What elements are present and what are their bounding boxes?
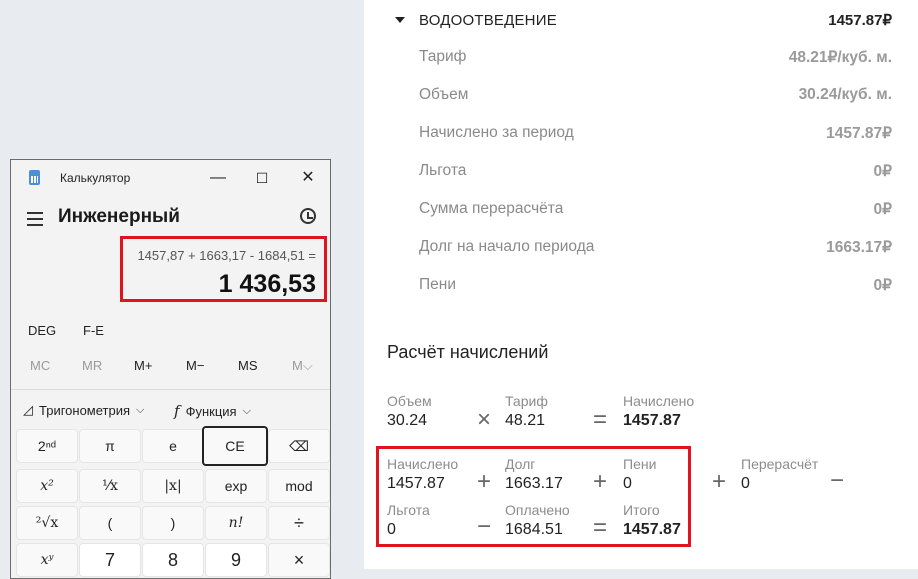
calculator-app-icon — [29, 170, 40, 185]
calc-label: Тариф — [505, 393, 548, 409]
deg-button[interactable]: DEG — [28, 323, 56, 338]
minus-operator: − — [830, 467, 845, 494]
service-title: ВОДООТВЕДЕНИЕ — [419, 11, 557, 29]
close-paren-key[interactable]: ) — [142, 506, 204, 540]
detail-row-recalc: Сумма перерасчёта 0₽ — [419, 200, 892, 220]
detail-row-volume: Объем 30.24/куб. м. — [419, 86, 892, 106]
nine-key[interactable]: 9 — [205, 543, 267, 577]
equals-operator: = — [593, 406, 608, 433]
trigonometry-label: Тригонометрия — [39, 402, 131, 418]
calc-charged: Начислено 1457.87 — [623, 393, 694, 431]
eight-key[interactable]: 8 — [142, 543, 204, 577]
mode-title: Инженерный — [58, 206, 180, 227]
calc-value: 30.24 — [387, 412, 428, 429]
e-key[interactable]: e — [142, 429, 204, 463]
detail-label: Долг на начало периода — [419, 238, 595, 255]
detail-label: Льгота — [419, 162, 467, 179]
close-button[interactable]: ✕ — [294, 166, 322, 190]
detail-row-debt: Долг на начало периода 1663.17₽ — [419, 238, 892, 258]
calc-value: 1457.87 — [623, 412, 681, 429]
calc-label: Объем — [387, 393, 432, 409]
highlight-box — [376, 446, 691, 547]
calc-label: Начислено — [623, 393, 695, 409]
detail-row-charged: Начислено за период 1457.87₽ — [419, 124, 892, 144]
multiply-operator: × — [477, 406, 492, 433]
clear-entry-key[interactable]: CE — [202, 426, 268, 466]
chevron-down-icon: ⌵ — [136, 403, 145, 416]
factorial-key[interactable]: n! — [205, 506, 267, 540]
detail-value: 1663.17₽ — [826, 239, 892, 256]
calculation-title: Расчёт начислений — [387, 342, 549, 362]
detail-label: Начислено за период — [419, 124, 574, 141]
detail-label: Объем — [419, 86, 469, 103]
service-total: 1457.87₽ — [828, 12, 892, 29]
menu-icon[interactable] — [27, 212, 43, 226]
memory-clear-button[interactable]: MC — [30, 358, 50, 373]
function-icon: f — [174, 402, 180, 420]
mode-bar: Инженерный — [11, 204, 330, 234]
reciprocal-key[interactable]: ¹⁄x — [79, 469, 141, 503]
calculator-app-name: Калькулятор — [60, 171, 131, 185]
history-icon[interactable] — [300, 208, 316, 224]
seven-key[interactable]: 7 — [79, 543, 141, 577]
open-paren-key[interactable]: ( — [79, 506, 141, 540]
detail-value: 0₽ — [873, 277, 892, 294]
caret-down-icon[interactable] — [395, 17, 405, 23]
result-text: 1 436,53 — [218, 270, 316, 298]
service-header[interactable]: ВОДООТВЕДЕНИЕ 1457.87₽ — [394, 10, 892, 30]
calc-recalc: Перерасчёт 0 — [741, 456, 818, 494]
calc-volume: Объем 30.24 — [387, 393, 432, 431]
exp-key[interactable]: exp — [205, 469, 267, 503]
fe-button[interactable]: F-E — [83, 323, 104, 338]
detail-label: Сумма перерасчёта — [419, 200, 564, 217]
detail-row-tariff: Тариф 48.21₽/куб. м. — [419, 48, 892, 68]
memory-recall-button[interactable]: MR — [82, 358, 102, 373]
divider — [11, 389, 330, 390]
calculator-display: 1457,87 + 1663,17 - 1684,51 = 1 436,53 — [120, 236, 327, 302]
divide-key[interactable]: ÷ — [268, 506, 330, 540]
function-label: Функция — [185, 403, 237, 419]
memory-subtract-button[interactable]: M− — [186, 358, 204, 373]
calculator-titlebar[interactable]: Калькулятор — ☐ ✕ — [11, 160, 330, 196]
calculator-window: Калькулятор — ☐ ✕ Инженерный 1457,87 + 1… — [10, 159, 331, 579]
detail-value: 48.21₽/куб. м. — [788, 49, 892, 66]
memory-store-button[interactable]: MS — [238, 358, 258, 373]
memory-add-button[interactable]: M+ — [134, 358, 152, 373]
detail-value: 30.24/куб. м. — [798, 86, 892, 103]
abs-key[interactable]: |x| — [142, 469, 204, 503]
detail-label: Пени — [419, 276, 456, 293]
sqrt-key[interactable]: ²√x — [16, 506, 78, 540]
detail-row-benefit: Льгота 0₽ — [419, 162, 892, 182]
triangle-icon: ◿ — [23, 402, 33, 417]
function-dropdown[interactable]: f Функция ⌵ — [174, 402, 251, 420]
calc-value: 48.21 — [505, 412, 546, 429]
chevron-down-icon: ⌵ — [242, 404, 251, 417]
multiply-key[interactable]: × — [268, 543, 330, 577]
calc-tariff: Тариф 48.21 — [505, 393, 548, 431]
pi-key[interactable]: π — [79, 429, 141, 463]
trigonometry-dropdown[interactable]: ◿ Тригонометрия ⌵ — [23, 402, 144, 418]
square-key[interactable]: x² — [16, 469, 78, 503]
detail-row-penalty: Пени 0₽ — [419, 276, 892, 296]
backspace-key[interactable]: ⌫ — [268, 429, 330, 463]
plus-operator: + — [712, 468, 727, 495]
mod-key[interactable]: mod — [268, 469, 330, 503]
second-key[interactable]: 2ⁿᵈ — [16, 429, 78, 463]
detail-value: 0₽ — [873, 201, 892, 218]
power-key[interactable]: xʸ — [16, 543, 78, 577]
maximize-button[interactable]: ☐ — [248, 166, 276, 190]
detail-value: 1457.87₽ — [826, 125, 892, 142]
calc-label: Перерасчёт — [741, 456, 819, 472]
detail-label: Тариф — [419, 48, 467, 65]
calc-value: 0 — [741, 475, 750, 492]
minimize-button[interactable]: — — [204, 166, 232, 190]
expression-text: 1457,87 + 1663,17 - 1684,51 = — [137, 248, 316, 263]
detail-value: 0₽ — [873, 163, 892, 180]
memory-list-button[interactable]: M⌵ — [292, 358, 313, 374]
